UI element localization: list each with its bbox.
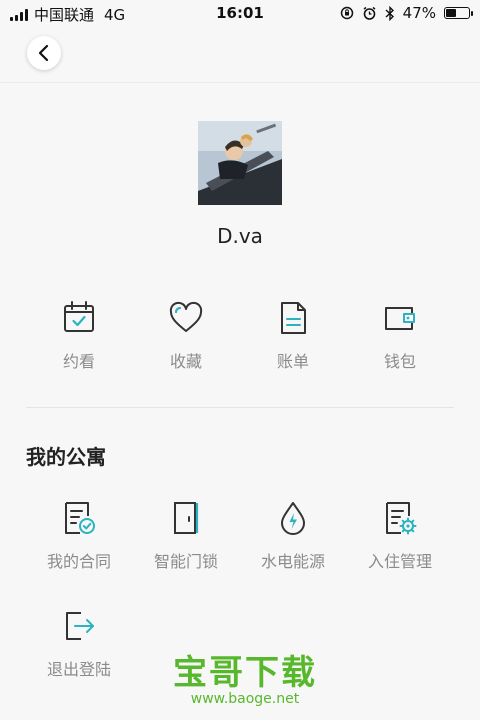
heart-icon: [169, 301, 203, 332]
back-button[interactable]: [27, 36, 61, 70]
avatar[interactable]: [198, 121, 282, 205]
apartment-item-label: 入住管理: [367, 552, 432, 571]
watermark-url: www.baoge.net: [190, 691, 300, 707]
watermark: 宝哥下载 www.baoge.net: [150, 655, 340, 707]
quick-action-label: 钱包: [383, 352, 416, 371]
apartment-item-label: 退出登陆: [46, 660, 111, 679]
avatar-image: [198, 121, 282, 205]
quick-action-bills[interactable]: 账单: [239, 300, 347, 372]
apartment-item-label: 智能门锁: [153, 552, 218, 571]
status-bar: 中国联通 4G 16:01 47%: [0, 0, 480, 26]
battery-percent: 47%: [402, 4, 436, 22]
nav-bar: [0, 26, 480, 83]
checkin-settings-icon: [386, 502, 417, 535]
calendar-check-icon: [64, 301, 94, 332]
quick-action-appointment[interactable]: 约看: [25, 300, 133, 372]
apartment-item-smart-lock[interactable]: 智能门锁: [132, 500, 240, 572]
document-icon: [281, 302, 306, 334]
alarm-icon: [363, 6, 376, 20]
quick-action-wallet[interactable]: 钱包: [346, 300, 454, 372]
orientation-lock-icon: [340, 6, 353, 20]
apartment-item-label: 水电能源: [260, 552, 325, 571]
bluetooth-icon: [385, 5, 394, 21]
door-icon: [174, 502, 199, 534]
battery-fill: [446, 9, 456, 17]
quick-actions: 约看 收藏 账单 钱包: [0, 300, 480, 390]
wallet-icon: [385, 307, 415, 330]
quick-action-label: 约看: [62, 352, 95, 371]
apartment-item-label: 我的合同: [46, 552, 111, 571]
section-title-my-apartment: 我的公寓: [26, 445, 106, 469]
quick-action-label: 账单: [276, 352, 309, 371]
apartment-item-contract[interactable]: 我的合同: [25, 500, 133, 572]
apartment-grid: 我的合同 智能门锁 水电能源 入住管理: [0, 500, 480, 590]
contract-icon: [65, 502, 95, 534]
water-energy-icon: [281, 502, 305, 535]
watermark-title: 宝哥下载: [173, 653, 317, 693]
username: D.va: [217, 224, 263, 248]
apartment-item-checkin[interactable]: 入住管理: [346, 500, 454, 572]
apartment-item-utilities[interactable]: 水电能源: [239, 500, 347, 572]
divider: [26, 407, 454, 408]
chevron-left-icon: [38, 44, 49, 62]
logout-icon: [66, 612, 94, 640]
quick-action-favorites[interactable]: 收藏: [132, 300, 240, 372]
battery-icon: [444, 7, 473, 19]
apartment-item-logout[interactable]: 退出登陆: [25, 608, 133, 680]
quick-action-label: 收藏: [169, 352, 202, 371]
